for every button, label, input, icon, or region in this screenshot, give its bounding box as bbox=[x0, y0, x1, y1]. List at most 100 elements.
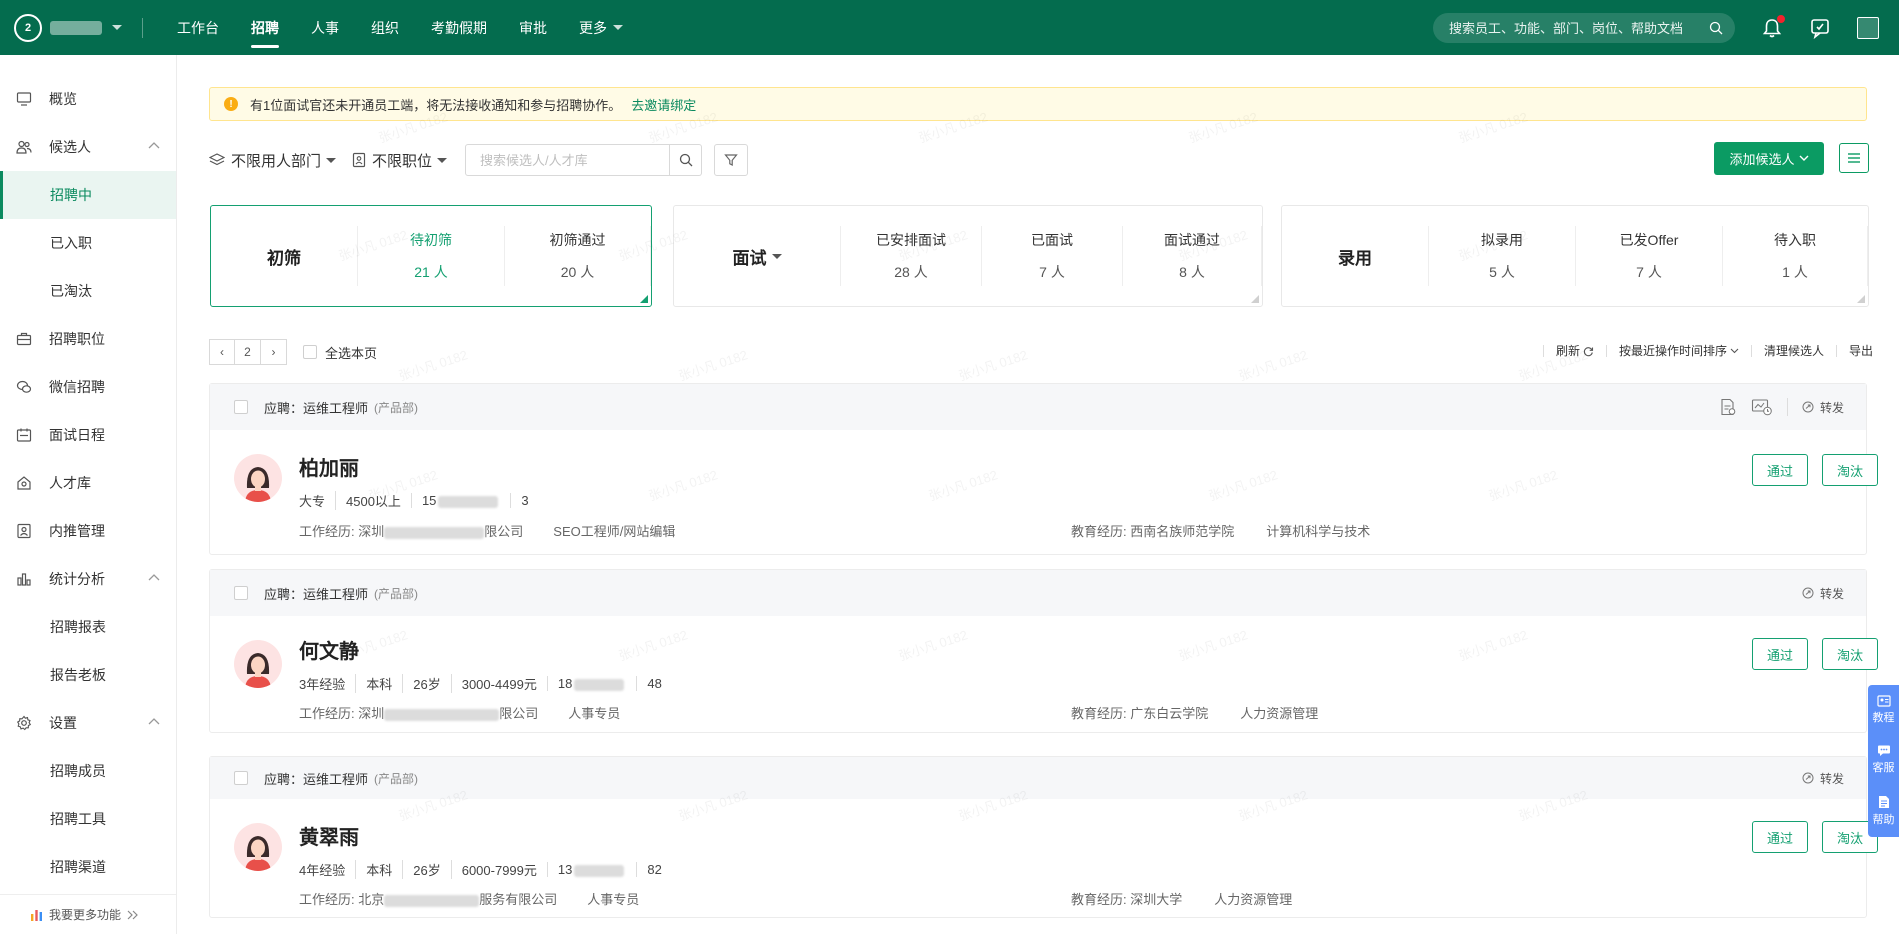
nav-recruit[interactable]: 招聘 bbox=[235, 0, 295, 55]
sidebar-item-tools[interactable]: 招聘工具 bbox=[0, 795, 176, 843]
sidebar-item-candidates[interactable]: 候选人 bbox=[0, 123, 176, 171]
sort-dropdown[interactable]: 按最近操作时间排序 bbox=[1605, 345, 1751, 357]
sidebar-item-channels[interactable]: 招聘渠道 bbox=[0, 843, 176, 891]
forward-button[interactable]: 转发 bbox=[1802, 585, 1844, 602]
stage-cell-screen-passed[interactable]: 初筛通过 20 人 bbox=[505, 226, 651, 286]
people-icon bbox=[16, 139, 32, 155]
prev-page-button[interactable]: ‹ bbox=[209, 339, 235, 365]
sidebar-item-schedule[interactable]: 面试日程 bbox=[0, 411, 176, 459]
export-button[interactable]: 导出 bbox=[1835, 345, 1885, 357]
main-content: ! 有1位面试官还未开通员工端，将无法接收通知和参与招聘协作。 去邀请绑定 不限… bbox=[177, 55, 1899, 934]
sidebar-item-analytics[interactable]: 统计分析 bbox=[0, 555, 176, 603]
sidebar-item-report-boss[interactable]: 报告老板 bbox=[0, 651, 176, 699]
user-avatar[interactable] bbox=[1857, 16, 1879, 39]
sidebar-item-recruiting[interactable]: 招聘中 bbox=[0, 171, 176, 219]
select-all-page[interactable]: 全选本页 bbox=[303, 343, 377, 362]
next-page-button[interactable]: › bbox=[261, 339, 287, 365]
referral-icon bbox=[16, 523, 32, 539]
candidate-checkbox[interactable] bbox=[234, 771, 248, 785]
pass-button[interactable]: 通过 bbox=[1752, 638, 1808, 670]
candidate-name[interactable]: 黄翠雨 bbox=[299, 821, 359, 850]
stage-cell-offer-sent[interactable]: 已发Offer 7 人 bbox=[1576, 226, 1723, 286]
global-search[interactable]: 搜索员工、功能、部门、岗位、帮助文档 bbox=[1433, 12, 1735, 43]
nav-workbench[interactable]: 工作台 bbox=[161, 0, 235, 55]
customer-service-button[interactable]: 客服 bbox=[1873, 744, 1895, 775]
female-avatar-icon bbox=[234, 454, 282, 502]
notification-bell[interactable] bbox=[1761, 14, 1785, 39]
app-logo[interactable]: 2 bbox=[14, 13, 42, 42]
stage-hire: 录用 拟录用 5 人 已发Offer 7 人 待入职 1 人 bbox=[1281, 205, 1869, 307]
dept-filter[interactable]: 不限用人部门 bbox=[209, 150, 337, 171]
candidate-avatar[interactable] bbox=[234, 454, 282, 502]
help-button[interactable]: 帮助 bbox=[1873, 795, 1895, 827]
candidate-search-input[interactable] bbox=[465, 144, 671, 176]
sidebar-item-overview[interactable]: 概览 bbox=[0, 75, 176, 123]
sidebar-item-referral[interactable]: 内推管理 bbox=[0, 507, 176, 555]
sidebar-item-members[interactable]: 招聘成员 bbox=[0, 747, 176, 795]
clean-candidates-button[interactable]: 清理候选人 bbox=[1750, 345, 1836, 357]
sidebar-item-talent-pool[interactable]: 人才库 bbox=[0, 459, 176, 507]
menu-icon bbox=[1848, 153, 1860, 163]
sidebar-item-reports[interactable]: 招聘报表 bbox=[0, 603, 176, 651]
candidate-avatar[interactable] bbox=[234, 823, 282, 871]
stage-hire-title[interactable]: 录用 bbox=[1282, 226, 1429, 286]
candidate-education: 教育经历: 西南名族师范学院 计算机科学与技术 bbox=[1071, 524, 1371, 539]
stage-interview-title[interactable]: 面试 bbox=[674, 226, 841, 286]
stage-screening-title[interactable]: 初筛 bbox=[211, 226, 358, 286]
candidate-work: 工作经历: 深圳 限公司 人事专员 bbox=[299, 706, 621, 721]
more-features-link[interactable]: 我要更多功能 bbox=[0, 894, 176, 934]
refresh-button[interactable]: 刷新 bbox=[1542, 345, 1606, 357]
search-button[interactable] bbox=[670, 144, 703, 176]
stage-cell-interview-passed[interactable]: 面试通过 8 人 bbox=[1123, 226, 1262, 286]
candidate-info: 3年经验 本科 26岁 3000-4499元 18 48 bbox=[299, 674, 662, 693]
company-switcher[interactable] bbox=[50, 20, 122, 35]
candidate-education: 教育经历: 广东白云学院 人力资源管理 bbox=[1071, 706, 1319, 721]
nav-attendance[interactable]: 考勤假期 bbox=[415, 0, 503, 55]
applied-position: 运维工程师 bbox=[303, 771, 369, 787]
add-candidate-button[interactable]: 添加候选人 bbox=[1714, 142, 1824, 175]
reject-button[interactable]: 淘汰 bbox=[1822, 454, 1878, 486]
candidate-name[interactable]: 何文静 bbox=[299, 635, 359, 664]
candidate-card-header: 应聘： 运维工程师 (产品部) 转发 bbox=[210, 757, 1866, 799]
chevron-up-icon[interactable] bbox=[148, 717, 160, 725]
feedback-icon[interactable] bbox=[1809, 17, 1831, 39]
forward-button[interactable]: 转发 bbox=[1802, 399, 1844, 416]
chevron-up-icon[interactable] bbox=[148, 141, 160, 149]
chevron-down-icon bbox=[1730, 348, 1739, 354]
tutorial-button[interactable]: 教程 bbox=[1873, 695, 1895, 725]
sidebar-item-eliminated[interactable]: 已淘汰 bbox=[0, 267, 176, 315]
stage-cell-interviewed[interactable]: 已面试 7 人 bbox=[982, 226, 1123, 286]
page-number[interactable]: 2 bbox=[235, 339, 261, 365]
candidate-checkbox[interactable] bbox=[234, 586, 248, 600]
sidebar-item-positions[interactable]: 招聘职位 bbox=[0, 315, 176, 363]
candidate-checkbox[interactable] bbox=[234, 400, 248, 414]
pass-button[interactable]: 通过 bbox=[1752, 454, 1808, 486]
schedule-interview-icon[interactable] bbox=[1751, 398, 1773, 416]
nav-org[interactable]: 组织 bbox=[355, 0, 415, 55]
top-right-tools: 搜索员工、功能、部门、岗位、帮助文档 bbox=[1433, 0, 1879, 55]
position-filter[interactable]: 不限职位 bbox=[352, 150, 448, 171]
advanced-filter-button[interactable] bbox=[714, 144, 749, 176]
sidebar-item-settings[interactable]: 设置 bbox=[0, 699, 176, 747]
nav-hr[interactable]: 人事 bbox=[295, 0, 355, 55]
sidebar-item-wechat[interactable]: 微信招聘 bbox=[0, 363, 176, 411]
nav-more[interactable]: 更多 bbox=[563, 0, 639, 55]
pass-button[interactable]: 通过 bbox=[1752, 821, 1808, 853]
select-all-checkbox[interactable] bbox=[303, 345, 317, 359]
stage-cell-scheduled[interactable]: 已安排面试 28 人 bbox=[841, 226, 982, 286]
stage-cell-proposed-hire[interactable]: 拟录用 5 人 bbox=[1429, 226, 1576, 286]
reject-button[interactable]: 淘汰 bbox=[1822, 638, 1878, 670]
nav-approval[interactable]: 审批 bbox=[503, 0, 563, 55]
stage-cell-pending-screen[interactable]: 待初筛 21 人 bbox=[358, 226, 505, 286]
resume-icon[interactable] bbox=[1719, 398, 1737, 416]
candidate-avatar[interactable] bbox=[234, 640, 282, 688]
candidate-card-body: 黄翠雨 4年经验 本科 26岁 6000-7999元 13 82 工作经历: 北京… bbox=[210, 799, 1878, 917]
candidate-name[interactable]: 柏加丽 bbox=[299, 452, 359, 481]
invite-bind-link[interactable]: 去邀请绑定 bbox=[631, 95, 696, 114]
forward-button[interactable]: 转发 bbox=[1802, 770, 1844, 787]
candidate-info: 4年经验 本科 26岁 6000-7999元 13 82 bbox=[299, 860, 662, 879]
stage-cell-pending-onboard[interactable]: 待入职 1 人 bbox=[1723, 226, 1868, 286]
chevron-up-icon[interactable] bbox=[148, 573, 160, 581]
list-menu-button[interactable] bbox=[1839, 143, 1869, 173]
sidebar-item-onboarded[interactable]: 已入职 bbox=[0, 219, 176, 267]
